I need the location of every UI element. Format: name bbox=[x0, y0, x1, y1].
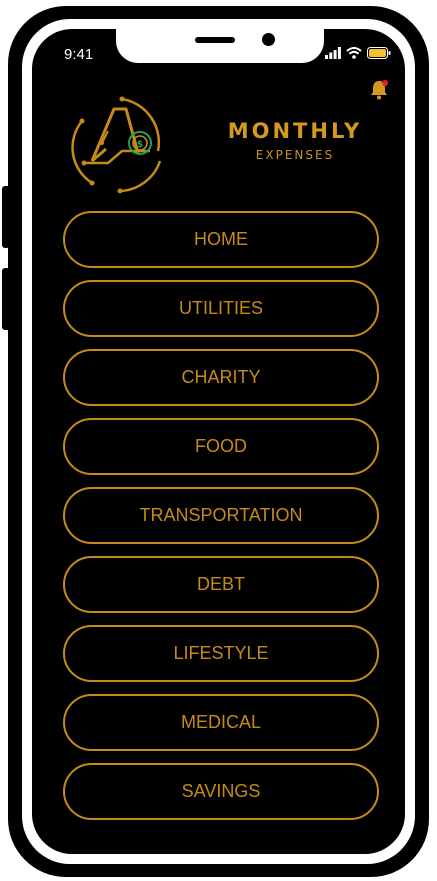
menu-button-debt[interactable]: DEBT bbox=[63, 556, 379, 613]
menu-button-home[interactable]: HOME bbox=[63, 211, 379, 268]
menu-button-transportation[interactable]: TRANSPORTATION bbox=[63, 487, 379, 544]
side-button-lower bbox=[2, 268, 10, 330]
battery-icon bbox=[367, 47, 391, 59]
app-subtitle: EXPENSES bbox=[255, 148, 335, 162]
status-time: 9:41 bbox=[64, 46, 94, 63]
status-icons bbox=[325, 47, 391, 59]
notch bbox=[116, 29, 324, 63]
wifi-icon bbox=[346, 47, 362, 59]
menu-button-food[interactable]: FOOD bbox=[63, 418, 379, 475]
side-button-upper bbox=[2, 186, 10, 248]
app-screen: 9:41 $ MONTHLY EXPENSES HOME UTILITIES C… bbox=[32, 29, 405, 854]
menu-button-lifestyle[interactable]: LIFESTYLE bbox=[63, 625, 379, 682]
menu-button-utilities[interactable]: UTILITIES bbox=[63, 280, 379, 337]
menu-button-charity[interactable]: CHARITY bbox=[63, 349, 379, 406]
app-title: MONTHLY bbox=[227, 119, 363, 143]
app-logo: $ bbox=[62, 91, 172, 199]
speaker bbox=[195, 37, 235, 43]
menu-button-medical[interactable]: MEDICAL bbox=[63, 694, 379, 751]
signal-icon bbox=[325, 47, 341, 59]
bell-icon[interactable] bbox=[368, 79, 390, 105]
menu-button-savings[interactable]: SAVINGS bbox=[63, 763, 379, 820]
svg-text:$: $ bbox=[137, 140, 143, 150]
front-camera bbox=[262, 33, 275, 46]
